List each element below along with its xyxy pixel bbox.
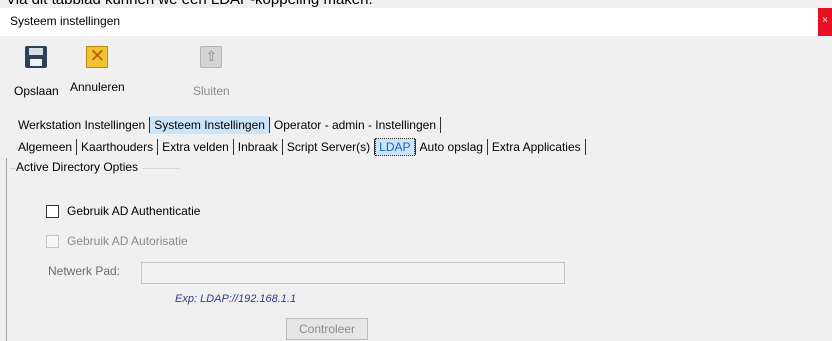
main-tabs: Werkstation Instellingen Systeem Instell…: [14, 115, 441, 134]
checkbox-box[interactable]: [46, 234, 59, 248]
window-title: Systeem instellingen: [10, 14, 121, 28]
close-icon: ×: [822, 15, 828, 26]
cancel-button[interactable]: ✕ Annuleren: [70, 42, 125, 94]
group-title: Active Directory Opties: [16, 160, 143, 174]
use-ad-auth-checkbox[interactable]: Gebruik AD Authenticatie: [46, 204, 200, 218]
tab-operator-instellingen[interactable]: Operator - admin - Instellingen: [270, 116, 440, 134]
use-ad-authorization-checkbox[interactable]: Gebruik AD Autorisatie: [46, 234, 188, 248]
settings-window: Via dit tabblad kunnen we een LDAP-koppe…: [0, 0, 832, 341]
sub-tabs: Algemeen Kaarthouders Extra velden Inbra…: [14, 137, 586, 156]
cancel-label: Annuleren: [70, 80, 125, 94]
tab-inbraak[interactable]: Inbraak: [234, 138, 282, 156]
close-button[interactable]: ⇧ Sluiten: [193, 42, 230, 98]
tab-script-servers[interactable]: Script Server(s): [283, 138, 374, 156]
exit-icon: ⇧: [200, 46, 223, 68]
save-icon: [25, 46, 48, 68]
close-label: Sluiten: [193, 84, 230, 98]
tab-kaarthouders[interactable]: Kaarthouders: [77, 138, 157, 156]
top-caption: Via dit tabblad kunnen we een LDAP-koppe…: [6, 0, 373, 8]
title-bar: Systeem instellingen ×: [0, 8, 832, 36]
save-label: Opslaan: [14, 84, 59, 98]
cancel-icon: ✕: [86, 46, 109, 68]
tab-ldap[interactable]: LDAP: [375, 137, 415, 156]
use-ad-authorization-label: Gebruik AD Autorisatie: [67, 234, 188, 248]
use-ad-auth-label: Gebruik AD Authenticatie: [67, 204, 201, 218]
check-button[interactable]: Controleer: [286, 318, 368, 340]
ldap-panel: Active Directory Opties: [6, 158, 832, 341]
window-close-button[interactable]: ×: [818, 8, 832, 36]
save-button[interactable]: Opslaan: [14, 42, 59, 98]
tab-auto-opslag[interactable]: Auto opslag: [416, 138, 487, 156]
network-path-input[interactable]: [141, 262, 565, 284]
network-path-label: Netwerk Pad:: [48, 264, 121, 278]
checkbox-box[interactable]: [46, 204, 59, 218]
tab-extra-velden[interactable]: Extra velden: [158, 138, 233, 156]
example-hint: Exp: LDAP://192.168.1.1: [175, 293, 297, 305]
toolbar: Opslaan ✕ Annuleren ⇧ Sluiten: [0, 36, 832, 108]
tab-algemeen[interactable]: Algemeen: [14, 138, 76, 156]
tab-extra-applicaties[interactable]: Extra Applicaties: [488, 138, 585, 156]
tab-systeem-instellingen[interactable]: Systeem Instellingen: [150, 115, 269, 134]
tab-werkstation-instellingen[interactable]: Werkstation Instellingen: [14, 116, 149, 134]
